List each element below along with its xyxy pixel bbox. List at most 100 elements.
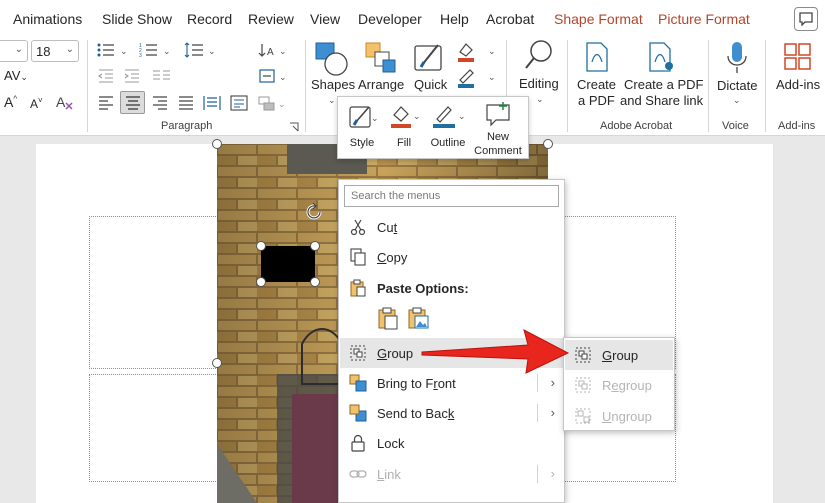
paste-keep-formatting-icon[interactable] <box>376 306 400 330</box>
copy-icon <box>349 248 367 266</box>
text-direction-vertical-icon[interactable]: A⌄ <box>258 42 288 60</box>
editing-button[interactable] <box>523 38 555 76</box>
align-center-button[interactable] <box>120 91 145 114</box>
comments-button[interactable] <box>794 7 818 31</box>
align-left-icon[interactable] <box>98 96 114 110</box>
tab-help[interactable]: Help <box>440 11 469 27</box>
comment-icon <box>799 12 813 26</box>
resize-handle-top-left[interactable] <box>212 139 222 149</box>
create-share-pdf-button[interactable] <box>648 42 674 72</box>
voice-group-label: Voice <box>722 120 749 132</box>
fill-bucket-icon: ⌄ <box>386 101 422 131</box>
shape-handle-bottom-right[interactable] <box>310 277 320 287</box>
outline-label: Outline <box>428 137 468 149</box>
create-pdf-label-1: Create <box>577 77 616 93</box>
group-icon <box>349 344 367 362</box>
text-direction-icon[interactable] <box>230 95 248 111</box>
tab-acrobat[interactable]: Acrobat <box>486 11 534 27</box>
decrease-font-icon[interactable]: A˅ <box>30 96 43 111</box>
increase-indent-icon[interactable] <box>124 69 140 83</box>
align-text-icon[interactable]: ⌄ <box>258 68 288 86</box>
tab-record[interactable]: Record <box>187 11 232 27</box>
resize-handle-top-right[interactable] <box>543 139 553 149</box>
black-rectangle-shape[interactable] <box>261 246 315 282</box>
quick-styles-icon <box>412 40 448 78</box>
chevron-right-icon: › <box>551 405 555 420</box>
svg-text:A: A <box>267 47 274 58</box>
svg-text:⌄: ⌄ <box>371 113 379 123</box>
svg-text:⌄: ⌄ <box>488 46 496 56</box>
decrease-indent-icon[interactable] <box>98 69 114 83</box>
style-label: Style <box>344 137 380 149</box>
search-menus-input[interactable]: Search the menus <box>344 185 559 207</box>
arrange-label: Arrange <box>358 77 404 93</box>
columns-icon[interactable] <box>152 69 172 83</box>
align-right-icon[interactable] <box>152 96 168 110</box>
tab-developer[interactable]: Developer <box>358 11 422 27</box>
create-share-label-2: and Share link <box>620 93 703 109</box>
font-size-dropdown[interactable]: 18⌄ <box>31 40 79 62</box>
rotate-handle[interactable] <box>305 202 325 225</box>
menu-item-lock[interactable]: Lock <box>340 428 563 458</box>
outline-button[interactable]: ⌄ Outline <box>428 101 468 157</box>
justify-icon[interactable] <box>178 96 194 110</box>
fill-button[interactable]: ⌄ Fill <box>386 101 422 157</box>
resize-handle-middle-left[interactable] <box>212 358 222 368</box>
shape-handle-bottom-left[interactable] <box>256 277 266 287</box>
menu-item-copy[interactable]: Copy <box>340 242 563 272</box>
line-spacing-icon[interactable]: ⌄ <box>184 42 220 58</box>
menu-item-link[interactable]: Link › <box>340 459 563 489</box>
shapes-button[interactable] <box>314 40 350 78</box>
shape-outline-icon[interactable]: ⌄ <box>456 66 498 90</box>
tab-picture-format[interactable]: Picture Format <box>658 11 750 27</box>
arrange-button[interactable] <box>363 40 399 78</box>
submenu-item-regroup[interactable]: Regroup <box>565 370 673 400</box>
character-spacing-icon[interactable]: AV⌄ <box>4 68 28 83</box>
paragraph-dialog-launcher-icon[interactable] <box>289 122 299 132</box>
ribbon-tab-bar: Animations Slide Show Record Review View… <box>0 0 825 36</box>
tab-slide-show[interactable]: Slide Show <box>102 11 172 27</box>
shape-handle-top-left[interactable] <box>256 241 266 251</box>
menu-item-send-to-back[interactable]: Send to Back › <box>340 398 563 428</box>
numbering-icon[interactable]: 123 ⌄ <box>139 42 175 58</box>
quick-styles-label: Quick <box>414 77 447 93</box>
submenu-item-group[interactable]: Group <box>565 340 673 370</box>
svg-text:⌄: ⌄ <box>278 99 286 109</box>
dictate-label: Dictate <box>717 78 757 94</box>
quick-styles-button[interactable] <box>412 40 448 78</box>
new-comment-button[interactable]: New Comment <box>472 101 524 159</box>
menu-item-cut[interactable]: Cut <box>340 212 563 242</box>
convert-smartart-icon[interactable]: ⌄ <box>258 95 286 111</box>
regroup-icon <box>574 376 592 394</box>
svg-text:⌄: ⌄ <box>458 111 466 121</box>
chevron-right-icon: › <box>551 375 555 390</box>
style-button[interactable]: ⌄ Style <box>344 101 380 157</box>
bullets-icon[interactable]: ⌄ <box>96 42 132 58</box>
tab-view[interactable]: View <box>310 11 340 27</box>
shape-fill-icon[interactable]: ⌄ <box>456 40 498 64</box>
dictate-button[interactable] <box>726 40 748 76</box>
tab-review[interactable]: Review <box>248 11 294 27</box>
clear-formatting-icon[interactable]: A <box>55 92 75 115</box>
mini-toolbar: ⌄ Style ⌄ Fill ⌄ Outline New Comment <box>337 96 529 159</box>
bring-to-front-icon <box>349 374 367 392</box>
create-pdf-button[interactable] <box>585 42 609 72</box>
editing-label: Editing <box>519 76 559 92</box>
submenu-item-ungroup[interactable]: Ungroup <box>565 401 673 431</box>
tab-animations[interactable]: Animations <box>13 11 82 27</box>
red-arrow-annotation <box>420 325 572 375</box>
svg-text:⌄: ⌄ <box>120 46 128 56</box>
arrange-icon <box>363 40 399 78</box>
create-pdf-label-2: a PDF <box>578 93 615 109</box>
increase-font-icon[interactable]: A^ <box>4 94 17 110</box>
font-name-dropdown[interactable]: ⌄ <box>0 40 28 62</box>
svg-text:⌄: ⌄ <box>279 72 287 82</box>
distributed-icon[interactable] <box>203 95 221 111</box>
svg-text:⌄: ⌄ <box>163 46 171 56</box>
add-ins-button[interactable] <box>784 42 812 72</box>
link-icon <box>349 465 367 483</box>
menu-item-paste-options: Paste Options: <box>340 273 563 303</box>
shapes-icon <box>314 40 350 78</box>
tab-shape-format[interactable]: Shape Format <box>554 11 643 27</box>
shape-handle-top-right[interactable] <box>310 241 320 251</box>
